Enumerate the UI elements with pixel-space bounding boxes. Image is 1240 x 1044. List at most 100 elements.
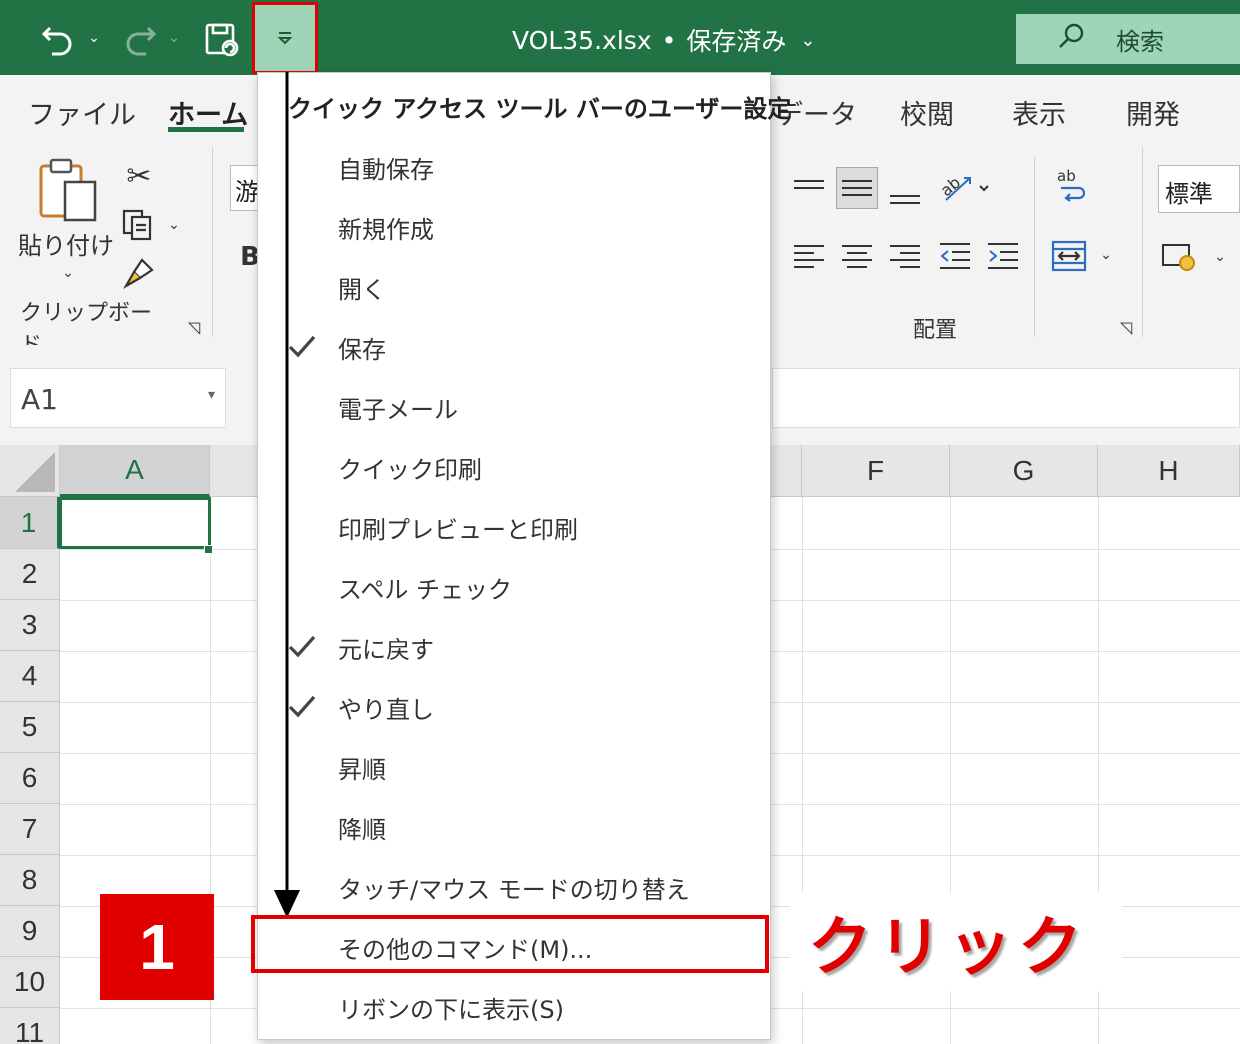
number-format-box[interactable]: 標準 bbox=[1158, 165, 1240, 213]
fill-handle[interactable] bbox=[204, 545, 213, 554]
undo-icon[interactable] bbox=[38, 20, 78, 60]
menu-item-label: 開く bbox=[338, 275, 386, 304]
column-header-a[interactable]: A bbox=[60, 445, 210, 497]
menu-item-label: 電子メール bbox=[338, 395, 458, 424]
menu-item-email[interactable]: 電子メール bbox=[258, 377, 770, 437]
customize-quick-access-button[interactable] bbox=[252, 2, 318, 74]
copy-icon[interactable] bbox=[118, 205, 158, 245]
search-label: 検索 bbox=[1116, 27, 1164, 56]
annotation-arrow bbox=[274, 72, 300, 918]
chevron-down-icon[interactable]: ▾ bbox=[208, 387, 215, 403]
row-header-8[interactable]: 8 bbox=[0, 855, 60, 906]
menu-item-sort-ascending[interactable]: 昇順 bbox=[258, 737, 770, 797]
menu-item-show-below-ribbon[interactable]: リボンの下に表示(S) bbox=[258, 977, 770, 1037]
wrap-text-icon[interactable]: ab bbox=[1050, 163, 1092, 205]
quick-save-icon[interactable] bbox=[200, 18, 244, 62]
paste-icon[interactable] bbox=[36, 155, 102, 225]
menu-item-save[interactable]: 保存 bbox=[258, 317, 770, 377]
menu-item-redo[interactable]: やり直し bbox=[258, 677, 770, 737]
cut-icon[interactable]: ✂ bbox=[122, 159, 156, 194]
increase-indent-icon[interactable] bbox=[982, 235, 1024, 277]
column-header-g[interactable]: G bbox=[950, 445, 1098, 497]
title-separator: • bbox=[661, 25, 677, 55]
menu-item-label: 降順 bbox=[338, 815, 386, 844]
search-icon bbox=[1056, 21, 1086, 57]
orientation-icon[interactable]: ab bbox=[934, 167, 994, 209]
menu-title: クイック アクセス ツール バーのユーザー設定 bbox=[288, 95, 792, 123]
tab-review[interactable]: 校閲 bbox=[900, 93, 954, 132]
paste-label[interactable]: 貼り付け bbox=[18, 225, 114, 261]
menu-item-label: 昇順 bbox=[338, 755, 386, 784]
alignment-group-label: 配置 bbox=[912, 318, 957, 343]
menu-item-label: 新規作成 bbox=[338, 215, 434, 244]
menu-item-label: 印刷プレビューと印刷 bbox=[338, 515, 578, 544]
menu-item-sort-descending[interactable]: 降順 bbox=[258, 797, 770, 857]
chevron-down-icon: ⌄ bbox=[800, 29, 816, 51]
row-header-2[interactable]: 2 bbox=[0, 549, 60, 600]
menu-item-label: 自動保存 bbox=[338, 155, 434, 184]
menu-item-spell-check[interactable]: スペル チェック bbox=[258, 557, 770, 617]
row-header-7[interactable]: 7 bbox=[0, 804, 60, 855]
row-header-10[interactable]: 10 bbox=[0, 957, 60, 1008]
bottom-align-icon[interactable] bbox=[884, 175, 926, 217]
name-box-value: A1 bbox=[21, 383, 58, 416]
decrease-indent-icon[interactable] bbox=[934, 235, 976, 277]
redo-dropdown-chevron-icon[interactable]: ⌄ bbox=[164, 26, 184, 50]
tab-developer[interactable]: 開発 bbox=[1126, 93, 1180, 132]
document-title[interactable]: VOL35.xlsx • 保存済み ⌄ bbox=[512, 22, 815, 58]
save-status: 保存済み bbox=[686, 27, 787, 56]
column-header-h[interactable]: H bbox=[1098, 445, 1240, 497]
menu-item-new[interactable]: 新規作成 bbox=[258, 197, 770, 257]
menu-item-print-preview[interactable]: 印刷プレビューと印刷 bbox=[258, 497, 770, 557]
align-center-icon[interactable] bbox=[836, 235, 878, 277]
menu-item-touch-mouse-mode[interactable]: タッチ/マウス モードの切り替え bbox=[258, 857, 770, 917]
menu-item-open[interactable]: 開く bbox=[258, 257, 770, 317]
svg-text:ab: ab bbox=[1057, 167, 1076, 185]
file-name: VOL35.xlsx bbox=[512, 25, 652, 55]
quick-access-customize-menu: クイック アクセス ツール バーのユーザー設定 自動保存新規作成開く保存電子メー… bbox=[257, 72, 791, 1040]
select-all-button[interactable] bbox=[0, 445, 60, 497]
menu-item-label: 元に戻す bbox=[338, 635, 434, 664]
accounting-format-icon[interactable] bbox=[1160, 237, 1202, 279]
group-separator bbox=[212, 147, 213, 337]
redo-icon[interactable] bbox=[120, 20, 160, 60]
merge-dropdown-chevron-icon[interactable]: ⌄ bbox=[1096, 245, 1116, 265]
row-header-1[interactable]: 1 bbox=[0, 497, 60, 549]
align-right-icon[interactable] bbox=[884, 235, 926, 277]
row-header-9[interactable]: 9 bbox=[0, 906, 60, 957]
accounting-dropdown-chevron-icon[interactable]: ⌄ bbox=[1210, 247, 1230, 267]
active-cell-a1[interactable] bbox=[59, 497, 211, 549]
menu-item-label: クイック印刷 bbox=[338, 455, 482, 484]
menu-item-label: リボンの下に表示(S) bbox=[338, 995, 564, 1024]
search-box[interactable]: 検索 bbox=[1016, 14, 1240, 64]
merge-center-icon[interactable] bbox=[1048, 235, 1090, 277]
step-number-badge: 1 bbox=[100, 894, 214, 1000]
annotation-highlight-box bbox=[251, 915, 769, 973]
formula-input[interactable] bbox=[772, 368, 1240, 428]
menu-item-quick-print[interactable]: クイック印刷 bbox=[258, 437, 770, 497]
top-align-icon[interactable] bbox=[788, 167, 830, 209]
paste-dropdown-chevron-icon[interactable]: ⌄ bbox=[56, 263, 80, 283]
menu-item-label: タッチ/マウス モードの切り替え bbox=[338, 875, 690, 904]
menu-item-label: スペル チェック bbox=[338, 575, 512, 604]
tab-file[interactable]: ファイル bbox=[28, 93, 136, 132]
align-left-icon[interactable] bbox=[788, 235, 830, 277]
menu-item-autosave[interactable]: 自動保存 bbox=[258, 137, 770, 197]
menu-item-label: 保存 bbox=[338, 335, 386, 364]
row-header-4[interactable]: 4 bbox=[0, 651, 60, 702]
row-header-5[interactable]: 5 bbox=[0, 702, 60, 753]
dialog-launcher-icon[interactable]: ◹ bbox=[1116, 317, 1136, 337]
undo-dropdown-chevron-icon[interactable]: ⌄ bbox=[84, 26, 104, 50]
dialog-launcher-icon[interactable]: ◹ bbox=[184, 317, 204, 337]
row-header-3[interactable]: 3 bbox=[0, 600, 60, 651]
tab-view[interactable]: 表示 bbox=[1012, 93, 1066, 132]
active-tab-indicator bbox=[168, 127, 244, 132]
name-box[interactable]: A1 ▾ bbox=[10, 368, 226, 428]
row-header-11[interactable]: 11 bbox=[0, 1008, 60, 1044]
column-header-f[interactable]: F bbox=[802, 445, 950, 497]
copy-dropdown-chevron-icon[interactable]: ⌄ bbox=[164, 215, 184, 235]
row-header-6[interactable]: 6 bbox=[0, 753, 60, 804]
middle-align-icon[interactable] bbox=[836, 167, 878, 209]
menu-item-undo[interactable]: 元に戻す bbox=[258, 617, 770, 677]
format-painter-icon[interactable] bbox=[120, 255, 158, 291]
